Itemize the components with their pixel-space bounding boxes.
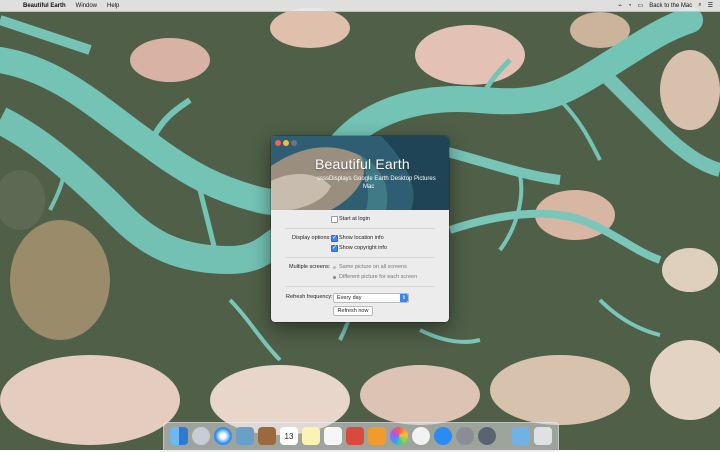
different-picture-radio[interactable] — [333, 276, 336, 279]
battery-icon[interactable]: ▭ — [635, 2, 647, 9]
notification-center-icon[interactable]: ☰ — [705, 2, 716, 9]
app-subtitle-platform: Mac — [363, 184, 375, 190]
photos-viewer-icon[interactable] — [236, 427, 254, 445]
safari-icon[interactable] — [214, 427, 232, 445]
notes-icon[interactable] — [302, 427, 320, 445]
show-location-label: Show location info — [339, 235, 384, 241]
refresh-frequency-label: Refresh frequency: — [286, 294, 333, 300]
books-icon[interactable] — [368, 427, 386, 445]
show-location-checkbox[interactable] — [331, 234, 338, 242]
photos-icon[interactable] — [390, 427, 408, 445]
system-preferences-icon[interactable] — [456, 427, 474, 445]
app-title: Beautiful Earth — [315, 156, 410, 172]
refresh-frequency-select[interactable]: Every day ⇕ — [333, 293, 409, 303]
app-store-icon[interactable] — [434, 427, 452, 445]
preferences-window: Beautiful Earth ssssDisplays Google Eart… — [271, 136, 449, 322]
show-copyright-checkbox[interactable] — [331, 244, 338, 252]
chevron-updown-icon: ⇕ — [400, 294, 408, 302]
trash-icon[interactable] — [534, 427, 552, 445]
downloads-folder-icon[interactable] — [512, 427, 530, 445]
start-at-login-label: Start at login — [339, 216, 370, 222]
menu-item-help[interactable]: Help — [102, 3, 124, 9]
window-header-banner: Beautiful Earth ssssDisplays Google Eart… — [271, 136, 449, 210]
show-copyright-row: Show copyright info — [271, 244, 449, 254]
disk-utility-icon[interactable] — [478, 427, 496, 445]
refresh-frequency-value: Every day — [337, 295, 362, 301]
menu-item-window[interactable]: Window — [71, 3, 102, 9]
display-options-label: Display options: — [292, 235, 331, 241]
show-copyright-label: Show copyright info — [339, 245, 387, 251]
notes-book-icon[interactable] — [258, 427, 276, 445]
multiple-screens-label: Multiple screens: — [289, 264, 331, 270]
menu-extras: ⌁ ◔ ▭ Back to the Mac ⌕ ☰ — [615, 2, 720, 9]
minimize-window-button[interactable] — [283, 140, 289, 146]
app-subtitle: ssssDisplays Google Earth Desktop Pictur… — [317, 176, 436, 182]
start-at-login-checkbox[interactable] — [331, 216, 338, 223]
header-earth-image — [271, 136, 449, 210]
launchpad-icon[interactable] — [192, 427, 210, 445]
close-window-button[interactable] — [275, 140, 281, 146]
dock: 13 — [163, 422, 559, 452]
same-picture-radio[interactable] — [333, 266, 336, 269]
menu-bar: Beautiful Earth Window Help ⌁ ◔ ▭ Back t… — [0, 0, 720, 12]
divider — [285, 228, 435, 229]
calendar-icon[interactable]: 13 — [280, 427, 298, 445]
reminders-icon[interactable] — [324, 427, 342, 445]
zoom-window-button[interactable] — [291, 140, 297, 146]
display-options-row: Display options: Show location info — [271, 234, 449, 244]
airplay-icon[interactable]: ⌁ — [615, 2, 625, 9]
refresh-frequency-row: Refresh frequency: Every day ⇕ — [271, 293, 449, 303]
menu-app-name[interactable]: Beautiful Earth — [18, 3, 71, 9]
start-at-login-row: Start at login — [271, 215, 449, 225]
multiple-screens-row: Multiple screens: Same picture on all sc… — [271, 263, 449, 273]
different-picture-label: Different picture for each screen — [339, 274, 418, 280]
itunes-icon[interactable] — [412, 427, 430, 445]
user-menu-label[interactable]: Back to the Mac — [646, 3, 695, 9]
different-picture-row: Different picture for each screen — [271, 273, 449, 283]
finder-icon[interactable] — [170, 427, 188, 445]
divider — [285, 257, 435, 258]
spotlight-icon[interactable]: ⌕ — [695, 2, 704, 9]
time-machine-icon[interactable]: ◔ — [625, 3, 635, 9]
refresh-now-button[interactable]: Refresh now — [333, 306, 373, 316]
same-picture-label: Same picture on all screens — [339, 264, 407, 270]
photo-booth-icon[interactable] — [346, 427, 364, 445]
divider — [285, 286, 435, 287]
